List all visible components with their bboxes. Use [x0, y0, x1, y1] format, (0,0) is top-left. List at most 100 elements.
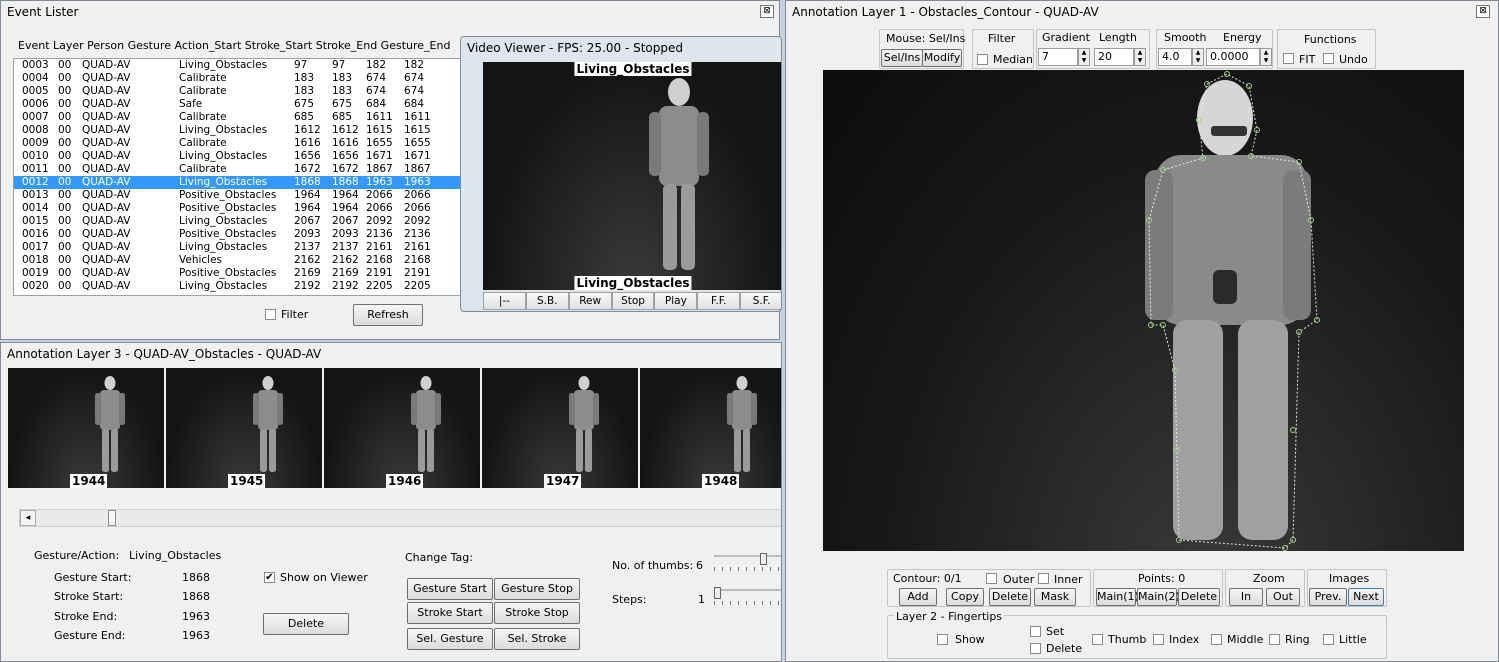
cell-gesture: Safe — [179, 98, 203, 110]
sel-ins-button[interactable]: Sel/Ins — [881, 49, 923, 67]
gradient-spinner[interactable]: ▲ ▼ — [1078, 48, 1090, 66]
thumbnail-scrollbar[interactable]: ◂ — [19, 509, 781, 527]
delete-tag-button[interactable]: Delete — [263, 613, 349, 635]
close-icon[interactable]: ⊠ — [760, 5, 774, 18]
list-item[interactable]: 0011 00 QUAD-AV Calibrate 1672 1672 1867 1867 — [14, 163, 460, 176]
filter-checkbox[interactable] — [265, 309, 276, 320]
smooth-spinner[interactable]: ▲ ▼ — [1192, 48, 1204, 66]
list-item[interactable]: 0012 00 QUAD-AV Living_Obstacles 1868 1868 196… — [14, 176, 460, 189]
list-item[interactable]: 0018 00 QUAD-AV Vehicles 2162 2162 2168 2168 — [14, 254, 460, 267]
length-input[interactable]: 20 — [1094, 48, 1134, 66]
layer1-close-icon[interactable]: ⊠ — [1476, 5, 1490, 18]
list-item[interactable]: 0006 00 QUAD-AV Safe 675 675 684 684 — [14, 98, 460, 111]
mask-button[interactable]: Mask — [1034, 588, 1076, 606]
cell-a: 1656 — [294, 150, 321, 162]
undo-label: Undo — [1339, 53, 1368, 66]
zoom-in-button[interactable]: In — [1229, 588, 1263, 606]
video-control-button[interactable]: F.F. — [697, 292, 741, 310]
show-checkbox[interactable] — [937, 634, 948, 645]
video-control-button[interactable]: Rew — [568, 292, 612, 310]
spin-down-icon[interactable]: ▼ — [1193, 57, 1203, 65]
little-checkbox[interactable] — [1323, 634, 1334, 645]
sel-gesture-button[interactable]: Sel. Gesture — [407, 628, 493, 650]
main1-button[interactable]: Main(1) — [1096, 588, 1139, 606]
thumbnail[interactable]: 1944 — [8, 368, 164, 488]
steps-slider[interactable] — [714, 587, 781, 605]
list-item[interactable]: 0015 00 QUAD-AV Living_Obstacles 2067 2067 209… — [14, 215, 460, 228]
index-checkbox[interactable] — [1153, 634, 1164, 645]
event-list[interactable]: 0003 00 QUAD-AV Living_Obstacles 97 97 182 182 0… — [13, 58, 461, 296]
video-control-button[interactable]: |-- — [483, 292, 526, 310]
list-item[interactable]: 0010 00 QUAD-AV Living_Obstacles 1656 1656 167… — [14, 150, 460, 163]
inner-checkbox[interactable] — [1038, 573, 1049, 584]
next-button[interactable]: Next — [1348, 588, 1384, 606]
video-control-button[interactable]: Play — [654, 292, 698, 310]
gesture-start-button[interactable]: Gesture Start — [407, 578, 493, 600]
ring-checkbox[interactable] — [1269, 634, 1280, 645]
num-thumbs-slider[interactable] — [714, 553, 781, 571]
video-top-label: Living_Obstacles — [574, 62, 692, 76]
contour-delete-button[interactable]: Delete — [989, 588, 1031, 606]
spin-down-icon[interactable]: ▼ — [1135, 57, 1145, 65]
points-delete-button[interactable]: Delete — [1178, 588, 1220, 606]
list-item[interactable]: 0017 00 QUAD-AV Living_Obstacles 2137 2137 216… — [14, 241, 460, 254]
video-control-button[interactable]: S.F. — [740, 292, 781, 310]
little-label: Little — [1339, 633, 1367, 646]
spin-up-icon[interactable]: ▲ — [1079, 49, 1089, 57]
main2-button[interactable]: Main(2) — [1137, 588, 1180, 606]
list-item[interactable]: 0019 00 QUAD-AV Positive_Obstacles 2169 2169 2… — [14, 267, 460, 280]
modify-button[interactable]: Modify — [922, 49, 962, 67]
video-control-button[interactable]: S.B. — [525, 292, 569, 310]
add-button[interactable]: Add — [899, 588, 937, 606]
spin-up-icon[interactable]: ▲ — [1193, 49, 1203, 57]
list-item[interactable]: 0004 00 QUAD-AV Calibrate 183 183 674 674 — [14, 72, 460, 85]
contour-overlay[interactable] — [823, 70, 1464, 551]
stroke-start-button[interactable]: Stroke Start — [407, 602, 493, 624]
set-checkbox[interactable] — [1030, 626, 1041, 637]
list-item[interactable]: 0009 00 QUAD-AV Calibrate 1616 1616 1655 1655 — [14, 137, 460, 150]
list-item[interactable]: 0003 00 QUAD-AV Living_Obstacles 97 97 182 182 — [14, 59, 460, 72]
list-item[interactable]: 0020 00 QUAD-AV Living_Obstacles 2192 2192 220… — [14, 280, 460, 293]
scroll-thumb[interactable] — [108, 510, 116, 526]
sel-stroke-button[interactable]: Sel. Stroke — [494, 628, 580, 650]
list-item[interactable]: 0013 00 QUAD-AV Positive_Obstacles 1964 1964 2… — [14, 189, 460, 202]
gradient-input[interactable]: 7 — [1038, 48, 1078, 66]
copy-button[interactable]: Copy — [946, 588, 984, 606]
thumb-checkbox[interactable] — [1092, 634, 1103, 645]
list-item[interactable]: 0007 00 QUAD-AV Calibrate 685 685 1611 1611 — [14, 111, 460, 124]
gesture-stop-button[interactable]: Gesture Stop — [494, 578, 580, 600]
list-item[interactable]: 0005 00 QUAD-AV Calibrate 183 183 674 674 — [14, 85, 460, 98]
spin-up-icon[interactable]: ▲ — [1261, 49, 1271, 57]
stroke-start-value: 1868 — [182, 590, 210, 603]
thumbnail[interactable]: 1945 — [166, 368, 322, 488]
length-spinner[interactable]: ▲ ▼ — [1134, 48, 1146, 66]
show-on-viewer-checkbox[interactable]: ✔ — [264, 572, 275, 583]
list-item[interactable]: 0008 00 QUAD-AV Living_Obstacles 1612 1612 161… — [14, 124, 460, 137]
thumbnail[interactable]: 1948 — [640, 368, 781, 488]
fit-checkbox[interactable] — [1283, 53, 1294, 64]
annotation-image[interactable] — [823, 70, 1464, 551]
spin-down-icon[interactable]: ▼ — [1079, 57, 1089, 65]
stroke-stop-button[interactable]: Stroke Stop — [494, 602, 580, 624]
scroll-left-icon[interactable]: ◂ — [20, 510, 36, 526]
thumbnail[interactable]: 1947 — [482, 368, 638, 488]
smooth-input[interactable]: 4.0 — [1158, 48, 1192, 66]
refresh-button[interactable]: Refresh — [353, 304, 423, 326]
zoom-out-button[interactable]: Out — [1266, 588, 1300, 606]
video-control-button[interactable]: Stop — [611, 292, 655, 310]
energy-label: Energy — [1223, 31, 1262, 44]
median-checkbox[interactable] — [977, 54, 988, 65]
spin-up-icon[interactable]: ▲ — [1135, 49, 1145, 57]
set-label: Set — [1046, 625, 1065, 638]
energy-spinner[interactable]: ▲ ▼ — [1260, 48, 1272, 66]
delete2-checkbox[interactable] — [1030, 643, 1041, 654]
list-item[interactable]: 0016 00 QUAD-AV Positive_Obstacles 2093 2093 2… — [14, 228, 460, 241]
spin-down-icon[interactable]: ▼ — [1261, 57, 1271, 65]
middle-checkbox[interactable] — [1211, 634, 1222, 645]
undo-checkbox[interactable] — [1323, 53, 1334, 64]
list-item[interactable]: 0014 00 QUAD-AV Positive_Obstacles 1964 1964 2… — [14, 202, 460, 215]
outer-checkbox[interactable] — [986, 573, 997, 584]
prev-button[interactable]: Prev. — [1309, 588, 1347, 606]
energy-input[interactable]: 0.0000 — [1206, 48, 1260, 66]
thumbnail[interactable]: 1946 — [324, 368, 480, 488]
